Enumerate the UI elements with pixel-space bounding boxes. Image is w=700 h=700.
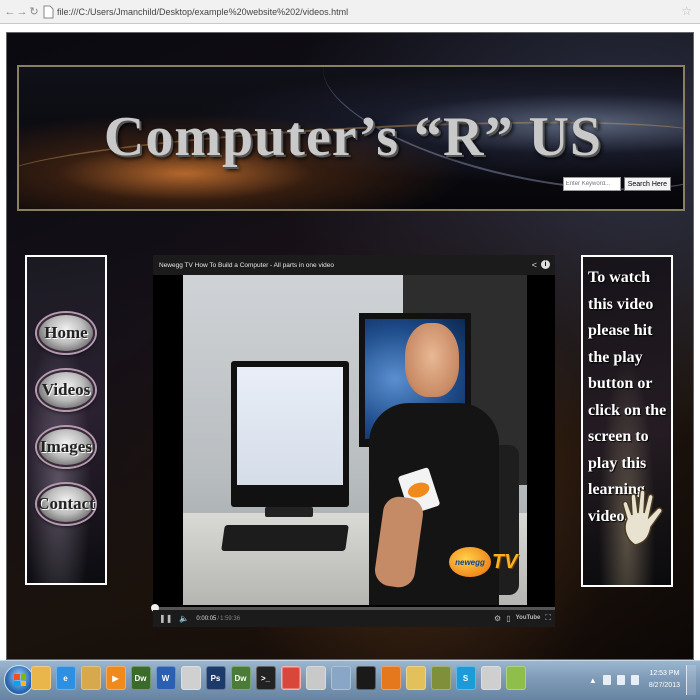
cmd-icon[interactable]: >_ [255,666,276,690]
search-button[interactable]: Search Here [623,177,671,191]
show-desktop-button[interactable] [686,665,696,695]
newegg-logo-egg: newegg [449,547,491,577]
clock-time: 12:53 PM [649,670,680,677]
fullscreen-icon[interactable]: ⛶ [545,613,551,623]
video-person-head [405,323,459,397]
taskbar-app-icons: e ▶ Dw W Ps Dw >_ S [28,666,528,690]
page-icon [43,5,54,18]
folder-icon[interactable] [405,666,426,690]
ie-icon[interactable]: e [55,666,76,690]
skype-icon[interactable]: S [455,666,476,690]
reload-icon[interactable]: ↻ [28,4,40,20]
newegg-tv-logo: newegg TV [449,547,518,577]
nav-images-button[interactable]: Images [37,427,95,467]
network-icon[interactable] [505,666,526,690]
steam-icon[interactable] [480,666,501,690]
page-viewport: Computer’s “R” US Search Here Home Video… [0,24,700,660]
nav-home-button[interactable]: Home [37,313,95,353]
paint-icon[interactable] [180,666,201,690]
libraries-icon[interactable] [80,666,101,690]
search-form: Search Here [562,177,671,191]
share-icon[interactable]: < [532,260,537,270]
site-background: Computer’s “R” US Search Here Home Video… [6,32,694,660]
system-tray: ▲ 12:53 PM 8/27/2013 [589,665,696,695]
video-monitor [231,361,349,507]
settings-gear-icon[interactable]: ⚙ [494,614,501,623]
forward-icon[interactable]: → [16,4,28,20]
tray-network-icon[interactable] [616,675,625,685]
captions-icon[interactable]: ▯ [506,614,510,623]
newegg-logo-tv: TV [492,550,518,573]
shell-icon[interactable] [430,666,451,690]
firefox-icon[interactable] [380,666,401,690]
dreamweaver2-icon[interactable]: Dw [230,666,251,690]
dreamweaver-icon[interactable]: Dw [130,666,151,690]
video-monitor-screen [237,367,343,485]
left-nav-panel: Home Videos Images Contact [25,255,107,585]
bookmark-star-icon[interactable]: ☆ [681,4,692,18]
pause-icon[interactable]: ❚❚ [159,614,172,623]
address-bar[interactable]: file:///C:/Users/Jmanchild/Desktop/examp… [57,7,348,17]
player-controls-right: ⚙ ▯ YouTube ⛶ [494,613,551,623]
nav-videos-button[interactable]: Videos [37,370,95,410]
youtube-logo[interactable]: YouTube [516,615,541,621]
player-controls: ❚❚ 🔈 0:00:05 / 1:59:36 ⚙ ▯ YouTube ⛶ [153,610,555,627]
taskbar: e ▶ Dw W Ps Dw >_ S ▲ 12:53 PM 8/27/2013 [0,660,700,700]
media-player-icon[interactable]: ▶ [105,666,126,690]
winamp-icon[interactable] [355,666,376,690]
app-icon[interactable] [305,666,326,690]
clock-date: 8/27/2013 [648,682,680,689]
back-icon[interactable]: ← [4,4,16,20]
video-keyboard [221,525,349,551]
tray-flag-icon[interactable] [602,675,611,685]
time-separator: / [217,615,220,622]
time-current: 0:00:05 [196,615,217,622]
shield-icon[interactable] [330,666,351,690]
video-player[interactable]: Newegg TV How To Build a Computer - All … [151,255,555,627]
photoshop-icon[interactable]: Ps [205,666,226,690]
video-monitor-stand [265,507,313,517]
video-title-bar: Newegg TV How To Build a Computer - All … [153,255,555,275]
info-icon[interactable]: i [541,260,550,269]
word-icon[interactable]: W [155,666,176,690]
right-info-panel: To watch this video please hit the play … [581,255,673,587]
volume-icon[interactable]: 🔈 [179,614,189,623]
explorer-icon[interactable] [30,666,51,690]
search-input[interactable] [562,177,621,191]
taskbar-clock[interactable]: 12:53 PM 8/27/2013 [649,668,680,692]
header-banner: Computer’s “R” US Search Here [17,65,685,211]
hand-print-icon [622,489,663,546]
site-title: Computer’s “R” US [103,106,603,168]
tray-expand-icon[interactable]: ▲ [589,676,597,685]
time-total: 1:59:36 [220,615,241,622]
video-frame[interactable]: newegg TV [183,275,527,605]
video-title[interactable]: Newegg TV How To Build a Computer - All … [159,262,334,269]
browser-toolbar: ← → ↻ file:///C:/Users/Jmanchild/Desktop… [0,0,700,24]
windows-logo-icon [14,674,26,686]
chrome-icon[interactable] [280,666,301,690]
nav-contact-button[interactable]: Contact [37,484,95,524]
tray-volume-icon[interactable] [630,675,639,685]
